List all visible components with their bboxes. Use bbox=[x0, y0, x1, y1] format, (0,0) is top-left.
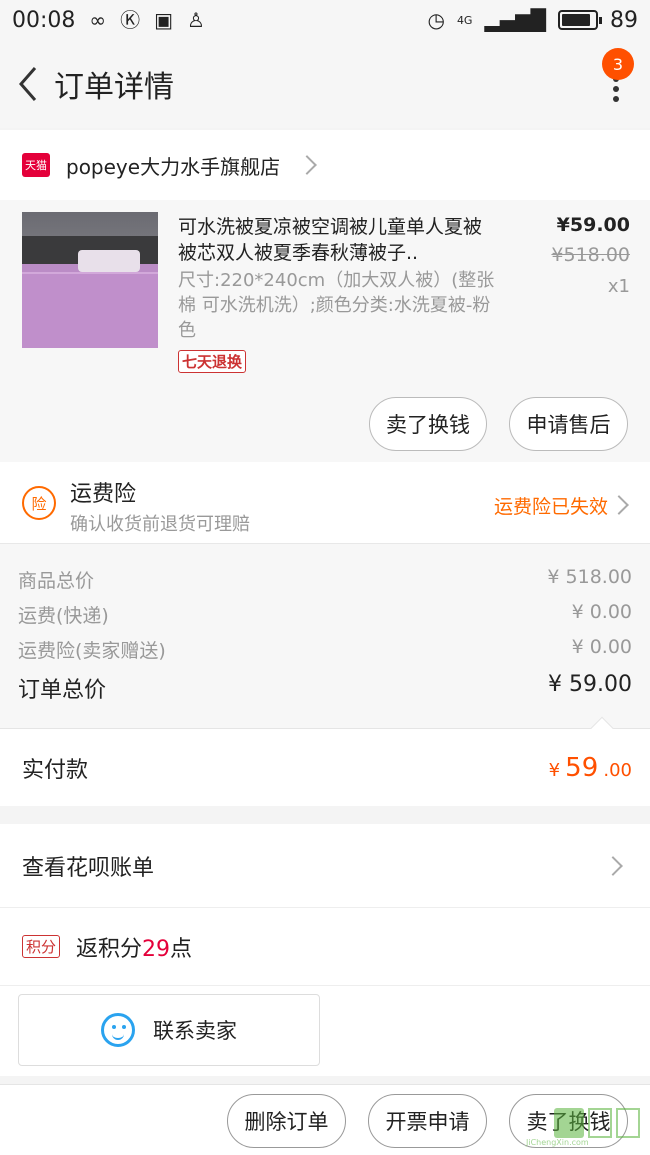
battery-level: 89 bbox=[610, 7, 638, 33]
signal-icon: ▂▄▆█ bbox=[484, 8, 546, 32]
delete-order-button[interactable]: 删除订单 bbox=[227, 1094, 346, 1148]
chevron-right-icon bbox=[297, 155, 317, 175]
product-title: 可水洗被夏凉被空调被儿童单人夏被被芯双人被夏季春秋薄被子.. bbox=[178, 216, 483, 264]
huabei-bill-row[interactable]: 查看花呗账单 bbox=[0, 824, 650, 908]
invoice-request-button[interactable]: 开票申请 bbox=[368, 1094, 487, 1148]
alarm-icon: ◷ bbox=[427, 8, 445, 32]
contact-seller-label: 联系卖家 bbox=[153, 1019, 237, 1043]
shop-name: popeye大力水手旗舰店 bbox=[66, 154, 281, 179]
nav-bar: 订单详情 3 bbox=[0, 40, 650, 128]
shipping-insurance-row[interactable]: 险 运费险 确认收货前退货可理赔 运费险已失效 bbox=[0, 462, 650, 544]
huabei-bill-label: 查看花呗账单 bbox=[22, 855, 155, 881]
actual-payment-amount: ¥ 59 .00 bbox=[549, 753, 632, 783]
amount-decimal: .00 bbox=[603, 759, 632, 781]
k-app-icon: Ⓚ bbox=[120, 8, 141, 32]
summary-label: 运费险(卖家赠送) bbox=[18, 640, 166, 662]
product-spec: 尺寸:220*240cm（加大双人被）(整张棉 可水洗机洗）;颜色分类:水洗夏被… bbox=[178, 270, 495, 341]
image-notification-icon: ▣ bbox=[154, 8, 173, 32]
product-original-price: ¥518.00 bbox=[551, 244, 630, 266]
seven-day-return-badge: 七天退换 bbox=[178, 350, 247, 373]
points-number: 29 bbox=[142, 936, 171, 962]
chevron-right-icon bbox=[609, 495, 629, 515]
points-badge: 积分 bbox=[22, 935, 61, 958]
points-text: 返积分29点 bbox=[76, 936, 193, 962]
wangwang-chat-icon bbox=[101, 1013, 135, 1047]
summary-value: ¥ 0.00 bbox=[571, 601, 632, 623]
network-type: 4G bbox=[456, 13, 473, 27]
sell-exchange-button[interactable]: 卖了换钱 bbox=[369, 397, 487, 451]
insurance-status: 运费险已失效 bbox=[493, 496, 608, 518]
apply-after-sale-button[interactable]: 申请售后 bbox=[509, 397, 628, 451]
clock: 00:08 bbox=[12, 7, 76, 33]
contact-section: 联系卖家 bbox=[0, 986, 650, 1076]
insurance-subtitle: 确认收货前退货可理赔 bbox=[70, 514, 250, 535]
contact-seller-button[interactable]: 联系卖家 bbox=[18, 994, 320, 1066]
status-bar: 00:08 ∞ Ⓚ ▣ ♙ ◷ 4G ▂▄▆█ 89 bbox=[0, 0, 650, 40]
summary-row: 运费(快递) ¥ 0.00 bbox=[18, 601, 632, 628]
walking-icon: ♙ bbox=[186, 8, 205, 32]
order-total-label: 订单总价 bbox=[18, 678, 107, 703]
actual-payment-row: 实付款 ¥ 59 .00 bbox=[0, 728, 650, 806]
summary-row: 商品总价 ¥ 518.00 bbox=[18, 566, 632, 593]
page-title: 订单详情 bbox=[54, 70, 174, 105]
summary-label: 商品总价 bbox=[18, 570, 95, 592]
product-price: ¥59.00 bbox=[556, 214, 630, 236]
order-item[interactable]: 可水洗被夏凉被空调被儿童单人夏被被芯双人被夏季春秋薄被子.. 尺寸:220*24… bbox=[0, 200, 650, 462]
actual-payment-label: 实付款 bbox=[22, 757, 89, 783]
currency-symbol: ¥ bbox=[548, 759, 561, 781]
amount-integer: 59 bbox=[565, 752, 599, 783]
tmall-icon: 天猫 bbox=[22, 153, 50, 177]
product-image[interactable] bbox=[22, 212, 158, 348]
points-row: 积分 返积分29点 bbox=[0, 908, 650, 986]
infinity-icon: ∞ bbox=[89, 8, 107, 32]
order-total-row: 订单总价 ¥ 59.00 bbox=[18, 672, 632, 704]
site-watermark: JiChengXin.com bbox=[524, 1104, 644, 1148]
shop-row[interactable]: 天猫 popeye大力水手旗舰店 bbox=[0, 130, 650, 200]
chevron-right-icon bbox=[603, 855, 623, 876]
summary-value: ¥ 0.00 bbox=[571, 636, 632, 658]
battery-icon bbox=[558, 10, 602, 30]
summary-label: 运费(快递) bbox=[18, 605, 109, 627]
insurance-title: 运费险 bbox=[70, 482, 137, 507]
product-quantity: x1 bbox=[607, 276, 630, 297]
price-summary: 商品总价 ¥ 518.00 运费(快递) ¥ 0.00 运费险(卖家赠送) ¥ … bbox=[0, 544, 650, 728]
summary-value: ¥ 518.00 bbox=[547, 566, 632, 588]
back-icon[interactable] bbox=[6, 54, 50, 114]
notification-badge: 3 bbox=[602, 48, 634, 80]
insurance-icon: 险 bbox=[22, 486, 56, 520]
summary-row: 运费险(卖家赠送) ¥ 0.00 bbox=[18, 636, 632, 663]
order-total-value: ¥ 59.00 bbox=[548, 672, 632, 697]
